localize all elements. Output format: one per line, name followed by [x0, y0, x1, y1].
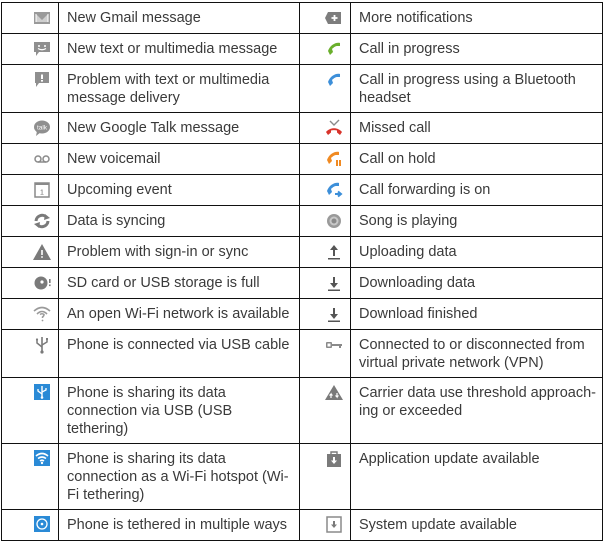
system-update-icon — [324, 516, 344, 534]
description: Download finished — [350, 298, 603, 330]
svg-text:talk: talk — [37, 125, 48, 132]
description: Phone is connected via USB cable — [58, 329, 300, 378]
description: System update available — [350, 509, 603, 541]
description: Phone is tethered in multiple ways — [58, 509, 300, 541]
table-row: Phone is sharing its data connection via… — [1, 377, 603, 444]
open-wifi-icon — [32, 305, 52, 323]
description: Song is playing — [350, 205, 603, 237]
description: Call forwarding is on — [350, 174, 603, 206]
description: Missed call — [350, 112, 603, 144]
description: Upcoming event — [58, 174, 300, 206]
table-row: Phone is sharing its data connection as … — [1, 443, 603, 510]
description: SD card or USB storage is full — [58, 267, 300, 299]
upload-icon — [324, 243, 344, 261]
table-row: Problem with sign-in or sync Uploading d… — [1, 236, 603, 268]
app-update-icon — [324, 450, 344, 468]
bluetooth-call-icon — [324, 71, 344, 89]
table-row: SD card or USB storage is full Downloadi… — [1, 267, 603, 299]
description: Problem with sign-in or sync — [58, 236, 300, 268]
song-playing-icon — [324, 212, 344, 230]
notification-icons-table: New Gmail message More notifications New… — [1, 2, 603, 541]
description: Problem with text or multimedia message … — [58, 64, 300, 113]
description: New voicemail — [58, 143, 300, 175]
description: More notifications — [350, 2, 603, 34]
table-row: New Gmail message More notifications — [1, 2, 603, 34]
description: Connected to or disconnected from virtua… — [350, 329, 603, 378]
table-row: Data is syncing Song is playing — [1, 205, 603, 237]
description: Call in progress — [350, 33, 603, 65]
table-row: 1 Upcoming event Call forwarding is on — [1, 174, 603, 206]
download-icon — [324, 274, 344, 292]
table-row: New text or multimedia message Call in p… — [1, 33, 603, 65]
table-row: An open Wi-Fi network is available Downl… — [1, 298, 603, 330]
google-talk-icon: talk — [32, 119, 52, 137]
missed-call-icon — [324, 119, 344, 137]
description: Phone is sharing its data connection as … — [58, 443, 300, 510]
call-in-progress-icon — [324, 40, 344, 58]
description: Call on hold — [350, 143, 603, 175]
call-on-hold-icon — [324, 150, 344, 168]
description: Carrier data use threshold approach-ing … — [350, 377, 603, 444]
text-message-icon — [32, 40, 52, 58]
usb-tethering-icon — [32, 384, 52, 402]
description: Call in progress using a Bluetooth heads… — [350, 64, 603, 113]
download-finished-icon — [324, 305, 344, 323]
description: An open Wi-Fi network is available — [58, 298, 300, 330]
wifi-hotspot-icon — [32, 450, 52, 468]
table-row: New voicemail Call on hold — [1, 143, 603, 175]
table-row: talk New Google Talk message Missed call — [1, 112, 603, 144]
calendar-icon: 1 — [32, 181, 52, 199]
multiple-tethering-icon — [32, 516, 52, 534]
gmail-icon — [32, 9, 52, 27]
usb-icon — [32, 336, 52, 354]
warning-icon — [32, 243, 52, 261]
description: New text or multimedia message — [58, 33, 300, 65]
voicemail-icon — [32, 150, 52, 168]
table-row: Phone is tethered in multiple ways Syste… — [1, 509, 603, 541]
call-forwarding-icon — [324, 181, 344, 199]
description: Phone is sharing its data connection via… — [58, 377, 300, 444]
table-row: Problem with text or multimedia message … — [1, 64, 603, 113]
vpn-key-icon — [324, 336, 344, 354]
table-row: Phone is connected via USB cable Connect… — [1, 329, 603, 378]
description: Uploading data — [350, 236, 603, 268]
sync-icon — [32, 212, 52, 230]
description: New Gmail message — [58, 2, 300, 34]
svg-text:1: 1 — [40, 190, 44, 197]
message-error-icon — [32, 71, 52, 89]
description: Data is syncing — [58, 205, 300, 237]
more-notifications-icon — [324, 9, 344, 27]
storage-full-icon — [32, 274, 52, 292]
data-threshold-icon — [324, 384, 344, 402]
description: New Google Talk message — [58, 112, 300, 144]
description: Downloading data — [350, 267, 603, 299]
description: Application update available — [350, 443, 603, 510]
